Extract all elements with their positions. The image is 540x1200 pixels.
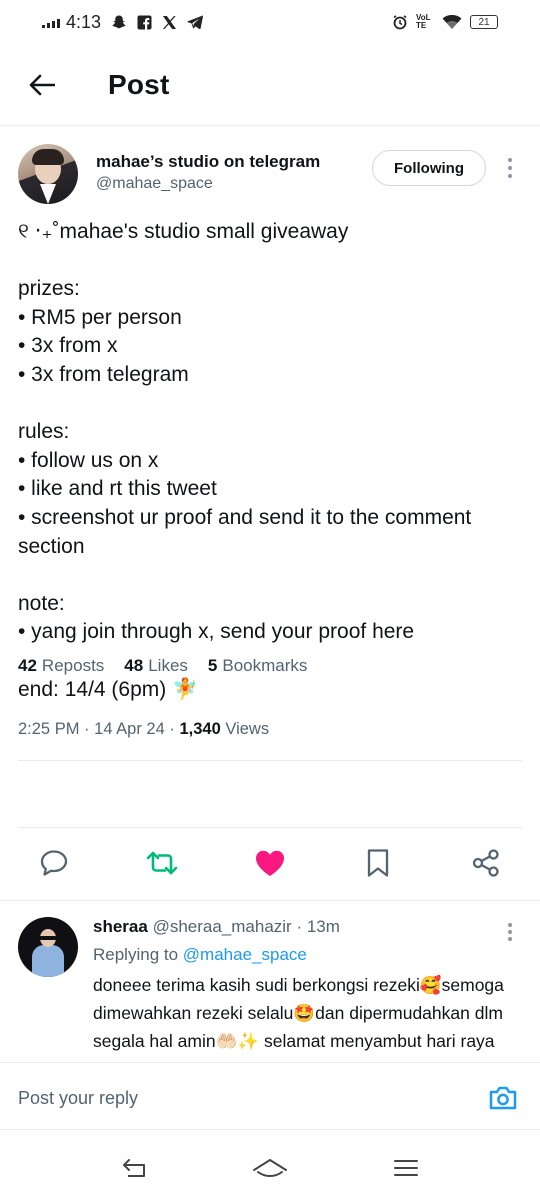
- page-title: Post: [108, 68, 170, 100]
- x-icon: [162, 15, 177, 29]
- reply-time: · 13m: [296, 917, 340, 936]
- post-time: 2:25 PM: [18, 720, 80, 738]
- post-text-line: end: 14/4 (6pm) 🧚: [18, 677, 199, 701]
- reply-input[interactable]: [18, 1083, 418, 1113]
- like-button[interactable]: [252, 847, 288, 879]
- camera-icon: [489, 1086, 517, 1110]
- reply-author-name[interactable]: sheraa: [93, 917, 148, 936]
- post-text-spacer: [18, 247, 518, 276]
- reposts-count: 42: [18, 656, 37, 675]
- status-bar: 4:13 VoLTE 21: [0, 0, 540, 44]
- author-name[interactable]: mahae’s studio on telegram: [96, 152, 320, 172]
- arrow-left-icon: [29, 74, 55, 95]
- telegram-icon: [187, 15, 204, 29]
- following-button[interactable]: Following: [372, 150, 486, 186]
- post-text-line: rules:: [18, 420, 70, 444]
- status-right: VoLTE 21: [392, 14, 498, 30]
- post-text-line: • yang join through x, send your proof h…: [18, 620, 415, 644]
- signal-icon: [42, 16, 60, 28]
- replying-handle-link[interactable]: @mahae_space: [183, 945, 307, 964]
- post-text-line: • follow us on x: [18, 448, 159, 472]
- system-nav-bar: [0, 1130, 540, 1200]
- repost-button[interactable]: [144, 847, 180, 879]
- comment-icon: [40, 850, 68, 876]
- likes-stat[interactable]: 48 Likes: [124, 656, 188, 676]
- post-text-line: • like and rt this tweet: [18, 477, 217, 501]
- reply-meta: sheraa @sheraa_mahazir · 13m: [93, 917, 340, 937]
- repost-icon: [146, 851, 178, 875]
- status-left: 4:13: [42, 11, 204, 33]
- reply-button[interactable]: [36, 847, 72, 879]
- post-text-spacer: [18, 561, 518, 590]
- post-text-line: • screenshot ur proof and send it to the…: [18, 505, 478, 558]
- divider: [18, 827, 522, 828]
- battery-level: 21: [478, 16, 490, 28]
- replying-to: Replying to @mahae_space: [93, 945, 307, 965]
- reply-item[interactable]: sheraa @sheraa_mahazir · 13m Replying to…: [0, 900, 540, 1055]
- bookmark-button[interactable]: [360, 847, 396, 879]
- views-count: 1,340: [179, 720, 221, 738]
- reply-avatar[interactable]: [18, 917, 78, 977]
- post-timestamp: 2:25 PM · 14 Apr 24 · 1,340 Views: [18, 720, 270, 738]
- bookmark-icon: [367, 849, 389, 877]
- bookmarks-stat[interactable]: 5 Bookmarks: [208, 656, 308, 676]
- post-date: 14 Apr 24: [94, 720, 165, 738]
- post-text-line: note:: [18, 591, 65, 615]
- nav-back-button[interactable]: [114, 1152, 154, 1184]
- camera-button[interactable]: [486, 1083, 520, 1113]
- nav-menu-icon: [394, 1160, 418, 1176]
- back-button[interactable]: [22, 65, 62, 105]
- battery-icon: 21: [470, 15, 498, 29]
- reply-composer: [0, 1062, 540, 1130]
- author-avatar[interactable]: [18, 144, 78, 204]
- nav-back-icon: [123, 1159, 145, 1177]
- heart-icon: [256, 850, 284, 876]
- views-label: Views: [225, 720, 270, 738]
- post-text: ୧ ‧₊˚mahae's studio small giveaway prizes…: [18, 218, 518, 704]
- share-button[interactable]: [468, 847, 504, 879]
- header-bar: Post: [0, 44, 540, 126]
- post-text-spacer: [18, 390, 518, 419]
- reposts-stat[interactable]: 42 Reposts: [18, 656, 104, 676]
- facebook-icon: [137, 15, 152, 30]
- reply-author-handle[interactable]: @sheraa_mahazir: [153, 917, 292, 936]
- post-text-line: • 3x from x: [18, 334, 118, 358]
- likes-count: 48: [124, 656, 144, 675]
- volte-icon: VoLTE: [416, 13, 431, 30]
- bookmarks-label: Bookmarks: [222, 656, 308, 675]
- replying-prefix: Replying to: [93, 945, 179, 964]
- author-handle[interactable]: @mahae_space: [96, 175, 213, 193]
- action-bar: [0, 833, 540, 893]
- nav-home-icon: [253, 1159, 287, 1178]
- divider: [18, 760, 522, 761]
- snapchat-icon: [112, 15, 126, 29]
- share-icon: [472, 849, 499, 877]
- post-text-line: • 3x from telegram: [18, 362, 189, 386]
- post-text-line: • RM5 per person: [18, 305, 182, 329]
- wifi-icon: [442, 15, 462, 29]
- alarm-icon: [393, 15, 407, 30]
- likes-label: Likes: [148, 656, 188, 675]
- main-post: mahae’s studio on telegram @mahae_space …: [0, 126, 540, 738]
- author-row: mahae’s studio on telegram @mahae_space …: [0, 126, 540, 216]
- more-options-button[interactable]: [500, 156, 520, 180]
- post-text-line: ୧ ‧₊˚mahae's studio small giveaway: [18, 220, 349, 243]
- reply-text: doneee terima kasih sudi berkongsi rezek…: [93, 975, 504, 1051]
- reply-more-options-button[interactable]: [500, 921, 520, 943]
- status-time: 4:13: [66, 11, 102, 32]
- reposts-label: Reposts: [41, 656, 105, 675]
- nav-home-button[interactable]: [250, 1152, 290, 1184]
- engagement-stats: 42 Reposts 48 Likes 5 Bookmarks: [18, 656, 307, 676]
- bookmarks-count: 5: [207, 656, 218, 675]
- nav-menu-button[interactable]: [386, 1152, 426, 1184]
- post-text-line: prizes:: [18, 277, 80, 301]
